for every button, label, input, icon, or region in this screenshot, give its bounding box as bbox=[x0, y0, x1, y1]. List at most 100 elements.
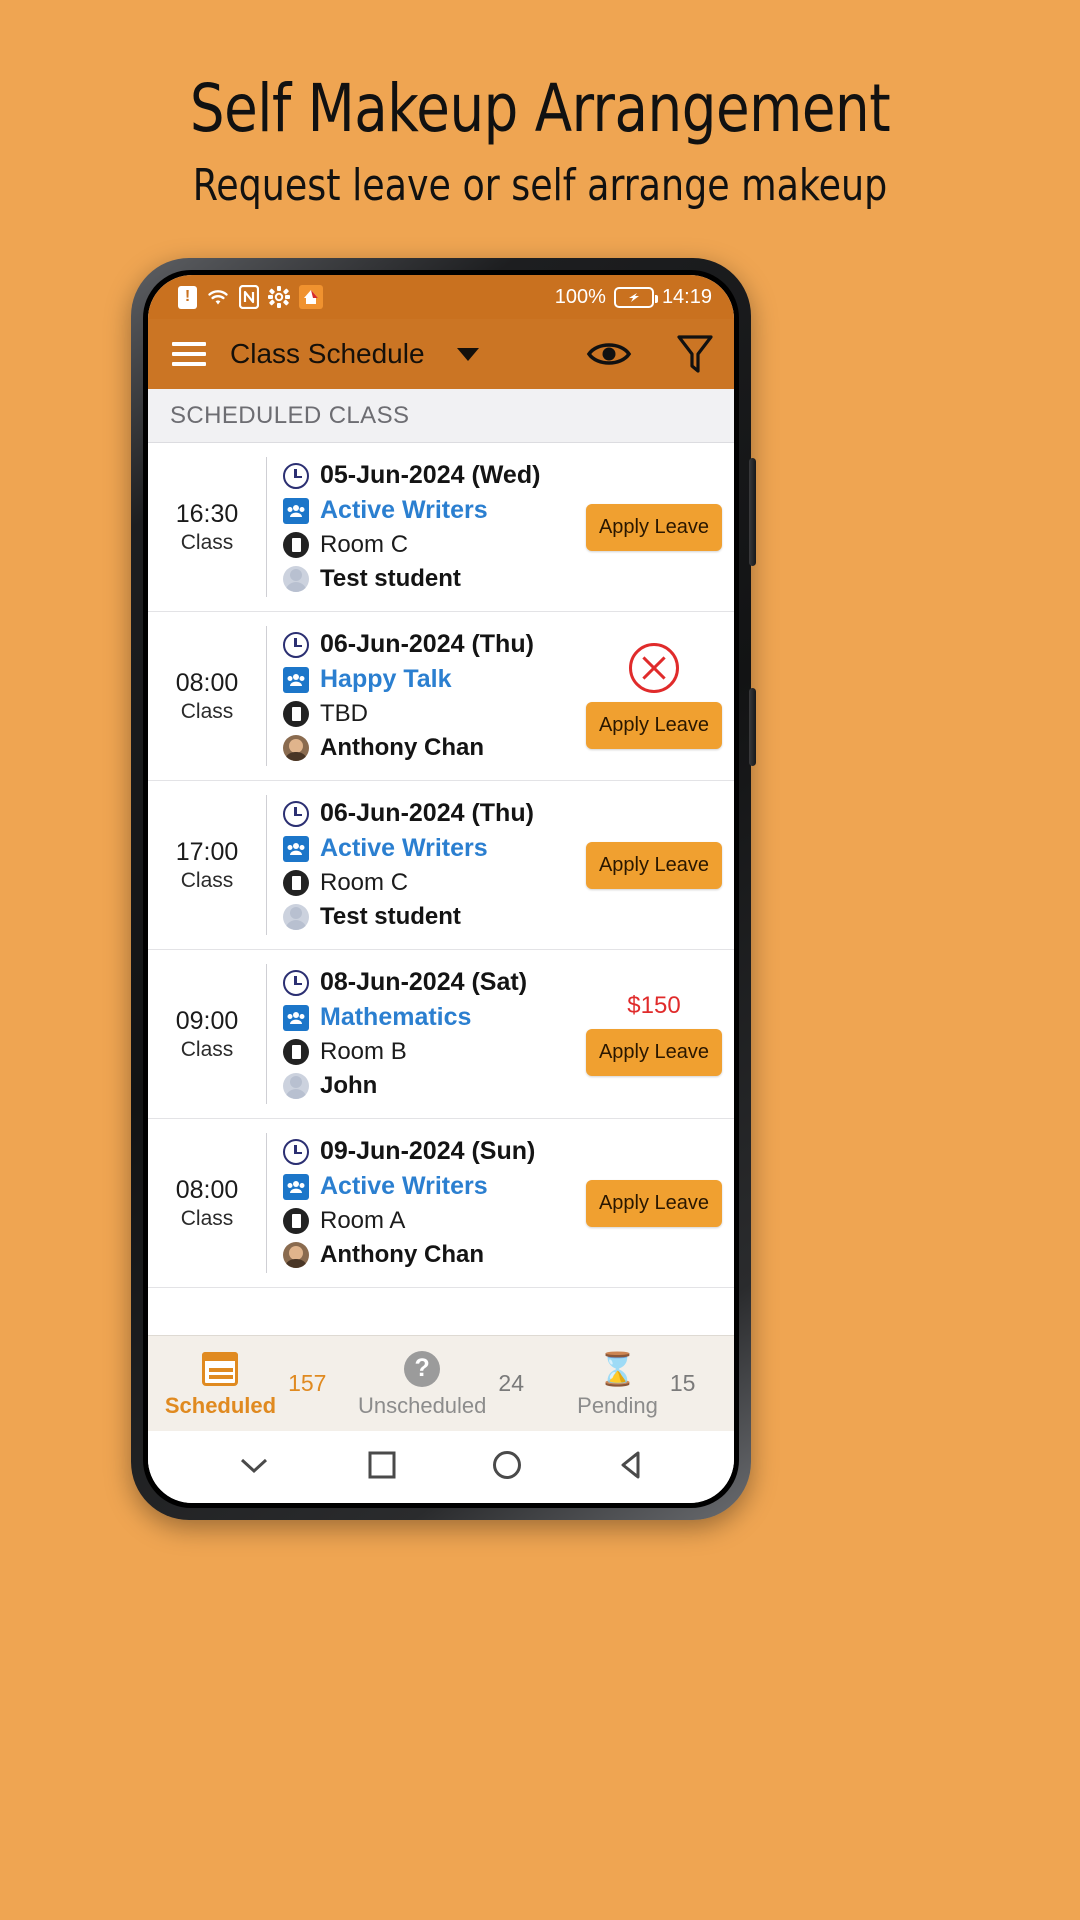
row-room-line: Room C bbox=[283, 531, 582, 559]
row-class-line[interactable]: Mathematics bbox=[283, 1003, 582, 1032]
alert-badge-icon: ! bbox=[178, 285, 197, 309]
row-time: 08:00 Class bbox=[148, 626, 266, 766]
list-item[interactable]: 09:00 Class 08-Jun-2024 (Sat) Mathematic… bbox=[148, 950, 734, 1119]
square-icon[interactable] bbox=[367, 1450, 397, 1485]
row-type-label: Class bbox=[180, 868, 234, 892]
tab-scheduled-count: 157 bbox=[288, 1370, 327, 1396]
list-item[interactable]: 17:00 Class 06-Jun-2024 (Thu) Active Wri… bbox=[148, 781, 734, 950]
hamburger-icon[interactable] bbox=[172, 342, 206, 366]
phone-frame: ! 100% 14:19 Class Schedule SCHEDULED CL… bbox=[131, 258, 756, 1520]
list-item[interactable]: 16:30 Class 05-Jun-2024 (Wed) Active Wri… bbox=[148, 443, 734, 612]
row-details: 05-Jun-2024 (Wed) Active Writers Room C bbox=[266, 457, 582, 597]
row-type-label: Class bbox=[180, 699, 234, 723]
avatar bbox=[283, 1242, 309, 1268]
row-student: Anthony Chan bbox=[320, 1241, 484, 1268]
tab-unscheduled[interactable]: ? Unscheduled 24 bbox=[343, 1349, 538, 1419]
apply-leave-button[interactable]: Apply Leave bbox=[586, 1029, 722, 1076]
list-item[interactable]: 08:00 Class 09-Jun-2024 (Sun) Active Wri… bbox=[148, 1119, 734, 1288]
row-student-line: Test student bbox=[283, 565, 582, 593]
row-class-line[interactable]: Active Writers bbox=[283, 496, 582, 525]
room-door-icon bbox=[283, 1208, 309, 1234]
room-door-icon bbox=[283, 870, 309, 896]
room-door-icon bbox=[283, 701, 309, 727]
battery-percent: 100% bbox=[554, 285, 606, 308]
apply-leave-button[interactable]: Apply Leave bbox=[586, 702, 722, 749]
question-icon: ? bbox=[402, 1349, 442, 1389]
chevron-down-icon[interactable] bbox=[236, 1453, 272, 1482]
tab-scheduled-label: Scheduled bbox=[164, 1392, 277, 1418]
class-list[interactable]: 16:30 Class 05-Jun-2024 (Wed) Active Wri… bbox=[148, 443, 734, 1335]
row-student-line: John bbox=[283, 1072, 582, 1100]
promo-title: Self Makeup Arrangement bbox=[189, 70, 891, 147]
row-class-line[interactable]: Active Writers bbox=[283, 834, 582, 863]
row-class-name: Active Writers bbox=[320, 496, 488, 524]
wifi-icon bbox=[206, 287, 230, 307]
row-student-line: Anthony Chan bbox=[283, 734, 582, 762]
row-room-line: Room A bbox=[283, 1207, 582, 1235]
battery-charging-icon bbox=[613, 286, 658, 308]
row-date: 06-Jun-2024 (Thu) bbox=[320, 630, 534, 658]
list-item[interactable]: 08:00 Class 06-Jun-2024 (Thu) Happy Talk bbox=[148, 612, 734, 781]
nfc-icon bbox=[239, 285, 259, 309]
tab-pending[interactable]: ⌛ Pending 15 bbox=[539, 1349, 734, 1419]
row-room: TBD bbox=[320, 700, 368, 727]
room-door-icon bbox=[283, 532, 309, 558]
row-date-line: 08-Jun-2024 (Sat) bbox=[283, 968, 582, 997]
apply-leave-button[interactable]: Apply Leave bbox=[586, 1179, 722, 1227]
caret-down-icon[interactable] bbox=[456, 347, 479, 361]
row-time-value: 08:00 bbox=[175, 668, 239, 697]
row-time: 08:00 Class bbox=[148, 1133, 266, 1273]
group-icon bbox=[283, 1173, 309, 1200]
row-time: 09:00 Class bbox=[148, 964, 266, 1104]
row-date: 09-Jun-2024 (Sun) bbox=[320, 1137, 536, 1165]
row-date: 05-Jun-2024 (Wed) bbox=[320, 461, 541, 489]
clock-icon bbox=[283, 969, 309, 996]
row-time-value: 08:00 bbox=[175, 1175, 239, 1204]
row-type-label: Class bbox=[180, 1037, 234, 1061]
tab-pending-inner: ⌛ Pending bbox=[577, 1349, 658, 1419]
apply-leave-button[interactable]: Apply Leave bbox=[586, 841, 722, 889]
status-bar: ! 100% 14:19 bbox=[148, 275, 734, 319]
row-room-line: Room B bbox=[283, 1038, 582, 1066]
row-time-value: 16:30 bbox=[175, 499, 239, 528]
row-class-name: Active Writers bbox=[320, 834, 488, 862]
filter-funnel-icon[interactable] bbox=[676, 333, 714, 375]
row-class-line[interactable]: Happy Talk bbox=[283, 665, 582, 694]
row-student-line: Test student bbox=[283, 903, 582, 931]
price-label: $150 bbox=[627, 992, 681, 1019]
row-actions: Apply Leave bbox=[582, 457, 734, 597]
tab-scheduled-inner: Scheduled bbox=[165, 1349, 276, 1419]
circle-icon[interactable] bbox=[492, 1450, 522, 1485]
row-class-line[interactable]: Active Writers bbox=[283, 1172, 582, 1201]
row-actions: Apply Leave bbox=[582, 795, 734, 935]
row-date-line: 09-Jun-2024 (Sun) bbox=[283, 1137, 582, 1166]
bottom-tab-bar: Scheduled 157 ? Unscheduled 24 ⌛ Pending… bbox=[148, 1335, 734, 1431]
promo-subtitle: Request leave or self arrange makeup bbox=[192, 160, 888, 211]
row-time: 16:30 Class bbox=[148, 457, 266, 597]
group-icon bbox=[283, 835, 309, 862]
apply-leave-button[interactable]: Apply Leave bbox=[586, 503, 722, 551]
row-time: 17:00 Class bbox=[148, 795, 266, 935]
triangle-back-icon[interactable] bbox=[617, 1450, 647, 1485]
android-nav-bar bbox=[148, 1431, 734, 1503]
tab-pending-count: 15 bbox=[669, 1370, 696, 1396]
volume-button[interactable] bbox=[749, 458, 756, 566]
tab-scheduled[interactable]: Scheduled 157 bbox=[148, 1349, 343, 1419]
row-details: 06-Jun-2024 (Thu) Active Writers Room C bbox=[266, 795, 582, 935]
clock-icon bbox=[283, 631, 309, 658]
status-bar-right: 100% 14:19 bbox=[555, 286, 712, 309]
phone-bezel: ! 100% 14:19 Class Schedule SCHEDULED CL… bbox=[143, 270, 739, 1508]
tab-unscheduled-count: 24 bbox=[498, 1370, 524, 1396]
row-date-line: 06-Jun-2024 (Thu) bbox=[283, 799, 582, 828]
row-student: Test student bbox=[320, 903, 461, 930]
group-icon bbox=[283, 497, 309, 524]
row-actions: $150 Apply Leave bbox=[582, 964, 734, 1104]
row-student: John bbox=[320, 1072, 378, 1099]
promo-page: Self Makeup Arrangement Request leave or… bbox=[0, 0, 1080, 1920]
avatar bbox=[283, 904, 309, 930]
clock-icon bbox=[283, 1138, 309, 1165]
eye-icon[interactable] bbox=[586, 339, 632, 369]
power-button[interactable] bbox=[749, 688, 756, 766]
cancel-icon[interactable] bbox=[629, 643, 679, 693]
avatar bbox=[283, 1073, 309, 1099]
